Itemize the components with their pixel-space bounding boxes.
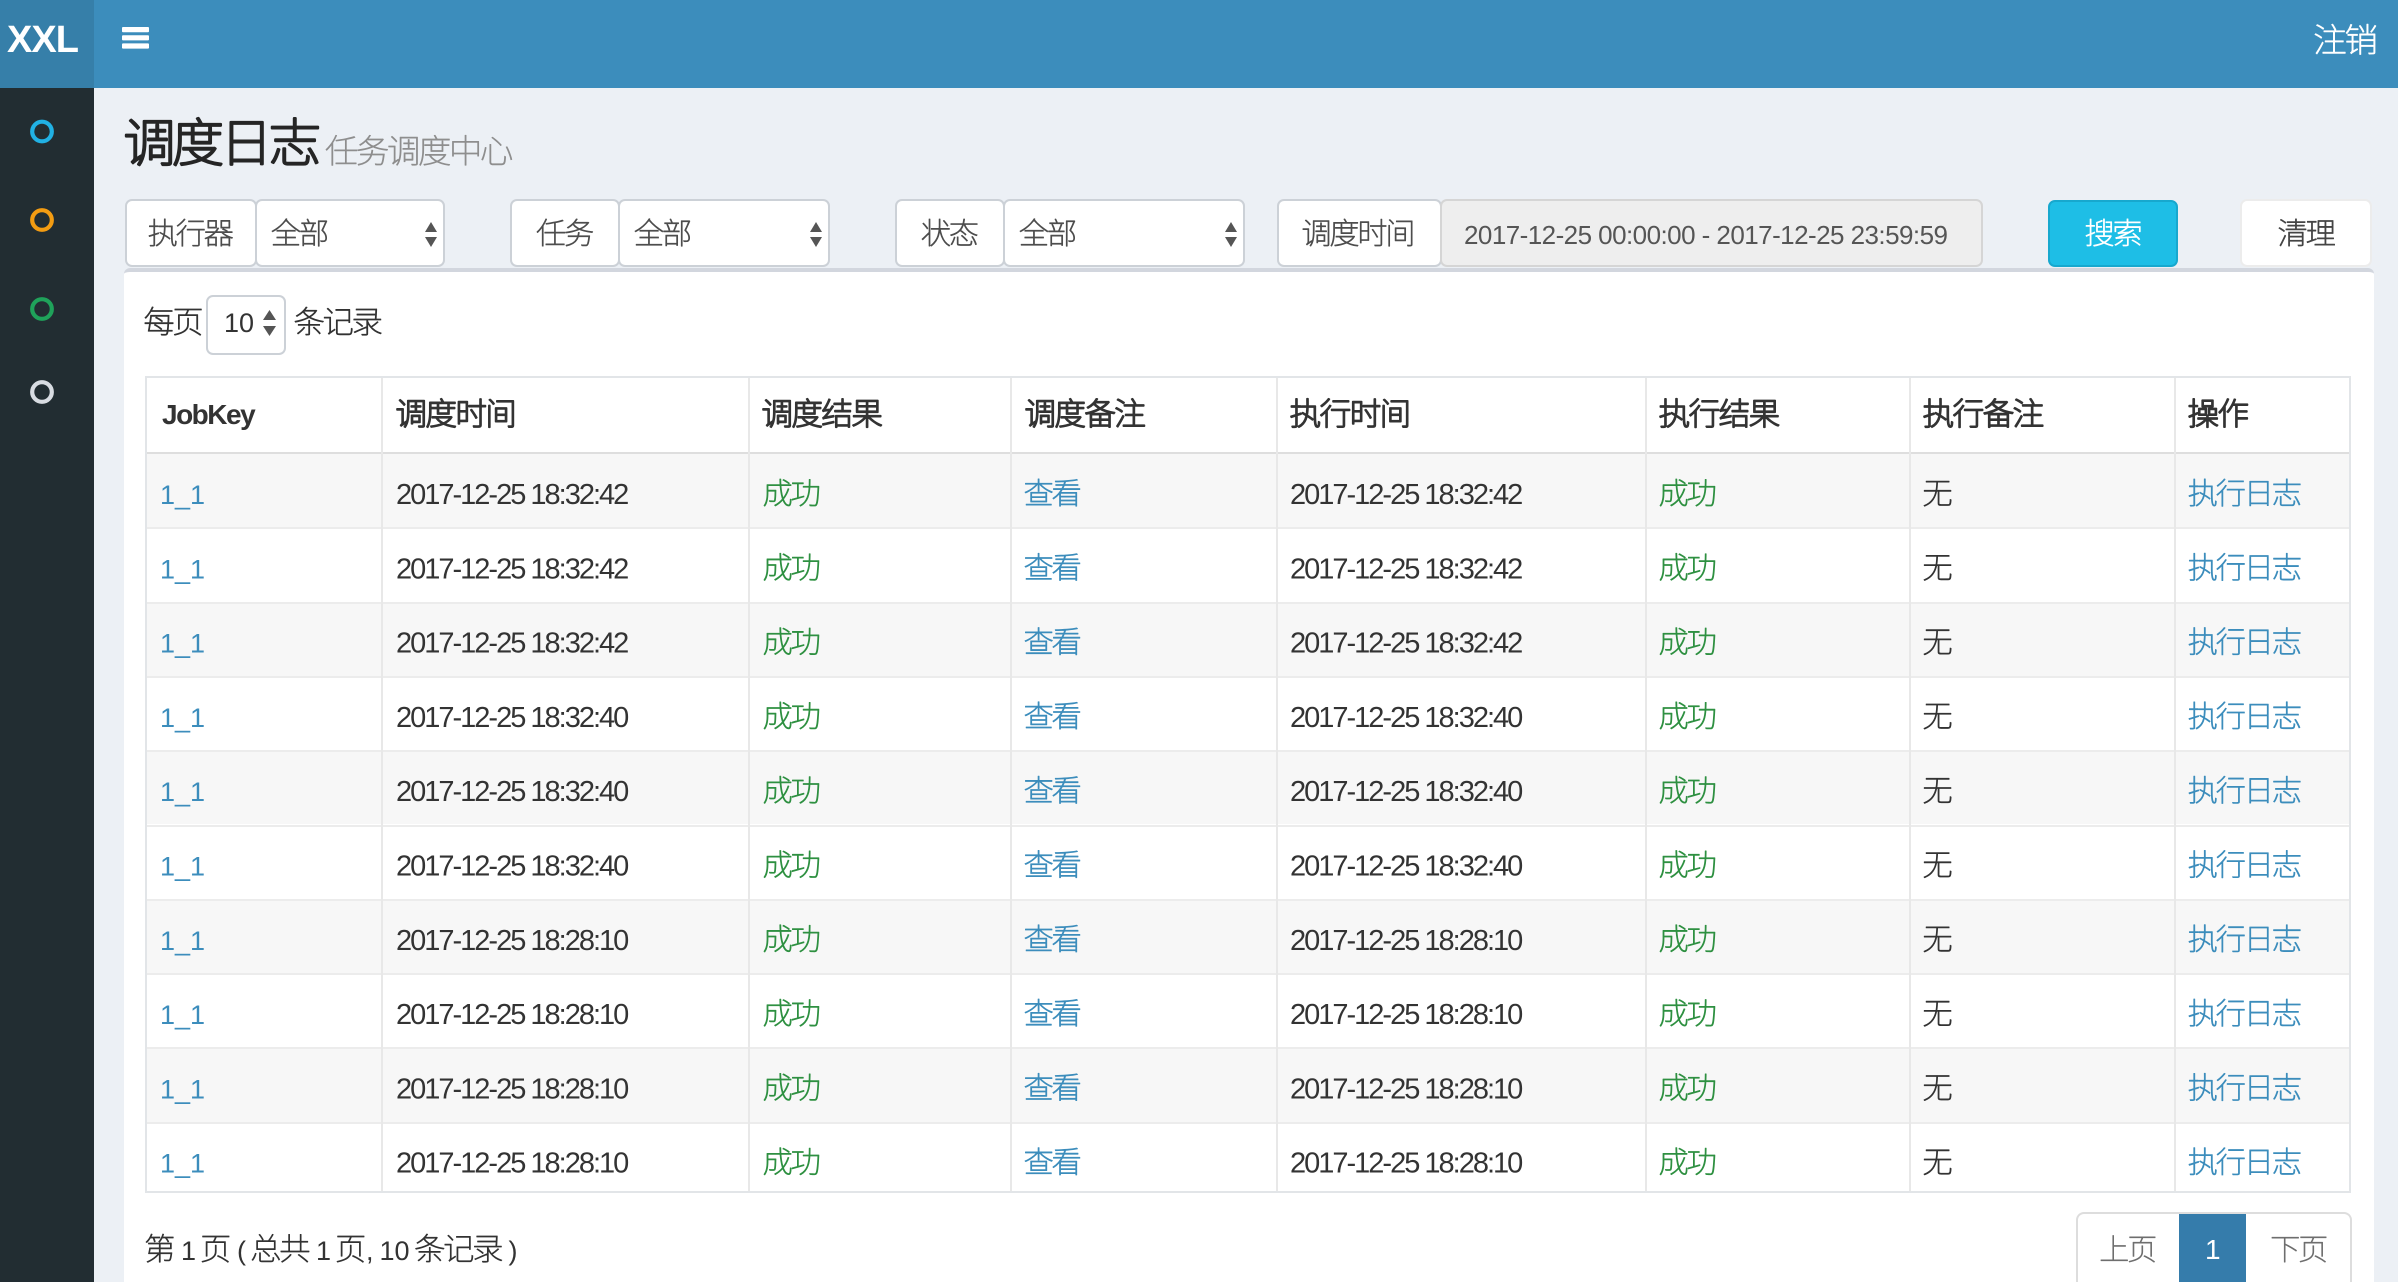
svg-text:2017-12-25 18:32:42: 2017-12-25 18:32:42: [1290, 628, 1522, 660]
svg-text:1: 1: [2205, 1234, 2221, 1265]
svg-text:JobKey: JobKey: [162, 399, 256, 430]
svg-text:1_1: 1_1: [160, 629, 205, 659]
svg-text:10: 10: [224, 308, 254, 338]
svg-text:2017-12-25 18:28:10: 2017-12-25 18:28:10: [1290, 1073, 1522, 1105]
svg-text:2017-12-25 18:32:42: 2017-12-25 18:32:42: [396, 479, 628, 511]
svg-text:2017-12-25 18:32:40: 2017-12-25 18:32:40: [396, 702, 628, 734]
svg-text:1_1: 1_1: [160, 1000, 205, 1030]
svg-text:): ): [509, 1236, 518, 1266]
svg-text:1_1: 1_1: [160, 777, 205, 807]
svg-text:2017-12-25 18:28:10: 2017-12-25 18:28:10: [396, 1148, 628, 1180]
svg-text:1_1: 1_1: [160, 1149, 205, 1179]
svg-text:1_1: 1_1: [160, 480, 205, 510]
svg-text:2017-12-25 18:32:40: 2017-12-25 18:32:40: [1290, 702, 1522, 734]
svg-text:2017-12-25 18:32:40: 2017-12-25 18:32:40: [1290, 851, 1522, 883]
svg-text:1_1: 1_1: [160, 852, 205, 882]
svg-text:2017-12-25 18:32:40: 2017-12-25 18:32:40: [396, 776, 628, 808]
svg-text:2017-12-25 18:28:10: 2017-12-25 18:28:10: [1290, 1148, 1522, 1180]
svg-text:2017-12-25 18:32:40: 2017-12-25 18:32:40: [396, 851, 628, 883]
svg-text:2017-12-25 18:32:40: 2017-12-25 18:32:40: [1290, 776, 1522, 808]
svg-text:2017-12-25 18:32:42: 2017-12-25 18:32:42: [1290, 553, 1522, 585]
svg-text:2017-12-25 18:28:10: 2017-12-25 18:28:10: [396, 925, 628, 957]
svg-text:1: 1: [316, 1236, 331, 1266]
svg-text:2017-12-25 18:28:10: 2017-12-25 18:28:10: [1290, 925, 1522, 957]
svg-text:2017-12-25 18:32:42: 2017-12-25 18:32:42: [396, 628, 628, 660]
svg-text:,: ,: [366, 1236, 374, 1266]
svg-text:2017-12-25 18:32:42: 2017-12-25 18:32:42: [1290, 479, 1522, 511]
svg-text:2017-12-25 18:28:10: 2017-12-25 18:28:10: [1290, 999, 1522, 1031]
svg-text:XXL: XXL: [7, 19, 79, 61]
svg-text:1_1: 1_1: [160, 926, 205, 956]
svg-text:2017-12-25 18:32:42: 2017-12-25 18:32:42: [396, 553, 628, 585]
svg-text:1_1: 1_1: [160, 1074, 205, 1104]
svg-text:1_1: 1_1: [160, 554, 205, 584]
svg-text:2017-12-25 00:00:00 - 2017-12-: 2017-12-25 00:00:00 - 2017-12-25 23:59:5…: [1464, 220, 1947, 250]
svg-text:2017-12-25 18:28:10: 2017-12-25 18:28:10: [396, 1073, 628, 1105]
svg-text:1: 1: [181, 1236, 196, 1266]
svg-text:10: 10: [380, 1236, 410, 1266]
svg-text:1_1: 1_1: [160, 703, 205, 733]
svg-text:(: (: [237, 1236, 246, 1266]
svg-text:2017-12-25 18:28:10: 2017-12-25 18:28:10: [396, 999, 628, 1031]
